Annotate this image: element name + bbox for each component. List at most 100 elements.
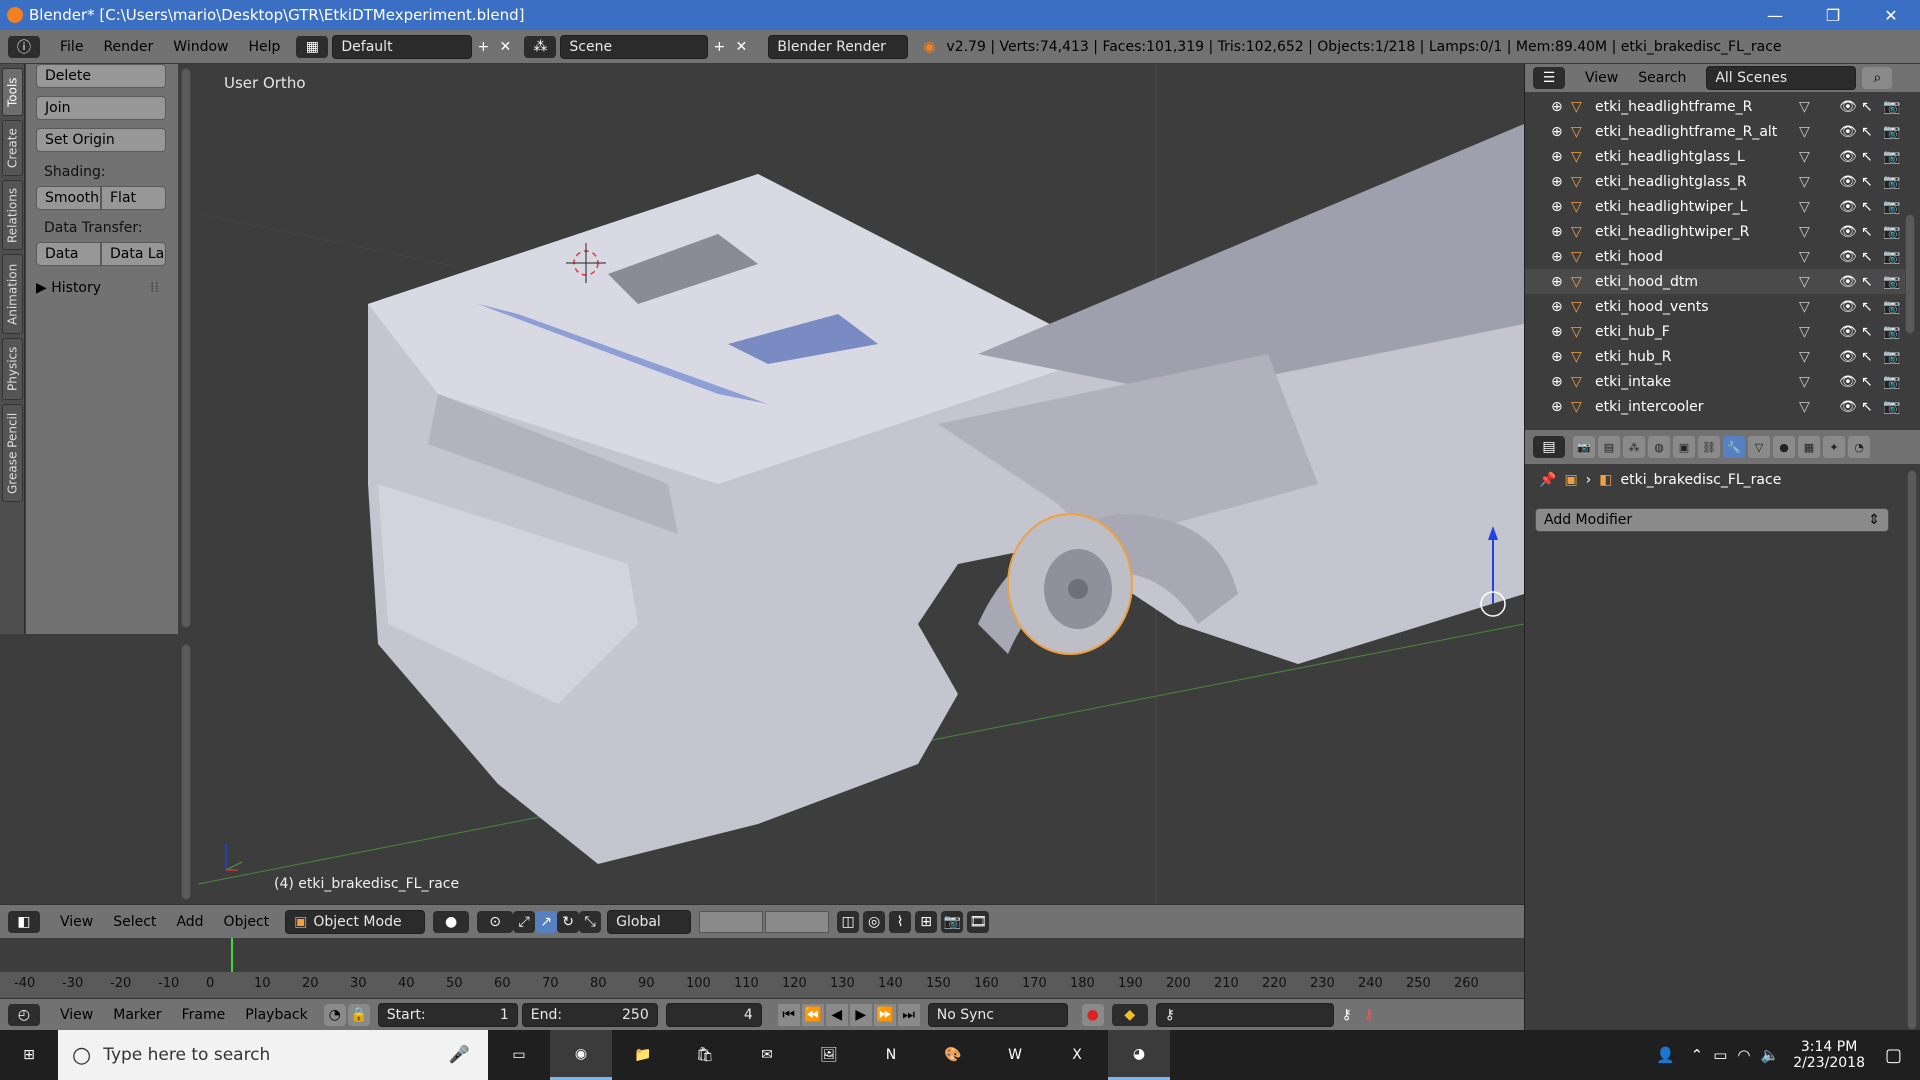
manipulator-toggle-icon[interactable]: ⤢ <box>513 910 536 933</box>
delete-button[interactable]: Delete <box>36 64 166 88</box>
menu-playback[interactable]: Playback <box>245 1007 307 1023</box>
file-explorer-icon[interactable]: 📁 <box>612 1030 674 1080</box>
word-icon[interactable]: W <box>984 1030 1046 1080</box>
outliner-item[interactable]: ⊕ ▽ etki_headlightframe_R_alt ▽ 👁 ↖ 📷 <box>1525 119 1905 144</box>
outliner-item[interactable]: ⊕ ▽ etki_intake ▽ 👁 ↖ 📷 <box>1525 369 1905 394</box>
expand-icon[interactable]: ⊕ <box>1551 324 1567 340</box>
show-hidden-icons-icon[interactable]: ⌃ <box>1691 1046 1704 1064</box>
outliner-item-name[interactable]: etki_headlightglass_L <box>1595 149 1799 165</box>
tab-create[interactable]: Create <box>2 120 23 176</box>
layer-buttons[interactable] <box>699 910 830 933</box>
battery-icon[interactable]: ▭ <box>1713 1046 1727 1064</box>
expand-icon[interactable]: ⊕ <box>1551 99 1567 115</box>
expand-icon[interactable]: ⊕ <box>1551 199 1567 215</box>
renderability-camera-icon[interactable]: 📷 <box>1883 99 1905 115</box>
join-button[interactable]: Join <box>36 96 166 120</box>
expand-icon[interactable]: ⊕ <box>1551 124 1567 140</box>
search-icon[interactable]: ⌕ <box>1862 67 1893 89</box>
smooth-button[interactable]: Smooth <box>36 186 101 210</box>
expand-icon[interactable]: ⊕ <box>1551 249 1567 265</box>
outliner-item-name[interactable]: etki_headlightframe_R <box>1595 99 1799 115</box>
visibility-eye-icon[interactable]: 👁 <box>1839 99 1861 115</box>
renderability-camera-icon[interactable]: 📷 <box>1883 199 1905 215</box>
editor-type-timeline-icon[interactable]: ◴ <box>8 1003 40 1026</box>
renderability-camera-icon[interactable]: 📷 <box>1883 149 1905 165</box>
editor-type-3d-icon[interactable]: ◧ <box>8 910 40 933</box>
render-preview-icon[interactable]: 📷 <box>941 910 964 933</box>
visibility-eye-icon[interactable]: 👁 <box>1839 199 1861 215</box>
visibility-eye-icon[interactable]: 👁 <box>1839 124 1861 140</box>
add-layout-icon[interactable]: + <box>472 36 494 58</box>
action-center-icon[interactable]: ▢ <box>1885 1045 1902 1066</box>
tab-scene-icon[interactable]: ⁂ <box>1623 436 1645 458</box>
render-animation-icon[interactable]: 🎞 <box>967 910 990 933</box>
menu-select[interactable]: Select <box>113 914 156 930</box>
selectability-cursor-icon[interactable]: ↖ <box>1861 199 1883 215</box>
store-icon[interactable]: 🛍 <box>674 1030 736 1080</box>
outliner-item[interactable]: ⊕ ▽ etki_headlightglass_L ▽ 👁 ↖ 📷 <box>1525 144 1905 169</box>
play-reverse-icon[interactable]: ◀ <box>825 1003 848 1026</box>
visibility-eye-icon[interactable]: 👁 <box>1839 349 1861 365</box>
delete-keyframe-icon[interactable]: ⚷ <box>1358 1004 1380 1026</box>
menu-view[interactable]: View <box>60 914 93 930</box>
auto-keying-icon[interactable]: ● <box>1081 1003 1104 1026</box>
tab-grease-pencil[interactable]: Grease Pencil <box>2 404 23 502</box>
next-keyframe-icon[interactable]: ⏩ <box>873 1003 896 1026</box>
remove-layout-icon[interactable]: ✕ <box>494 36 516 58</box>
start-frame-field[interactable]: Start: 1 <box>377 1002 518 1027</box>
menu-frame[interactable]: Frame <box>182 1007 226 1023</box>
sync-mode-select[interactable]: No Sync <box>927 1002 1068 1027</box>
clock[interactable]: 3:14 PM 2/23/2018 <box>1793 1039 1865 1071</box>
menu-render[interactable]: Render <box>103 39 153 55</box>
pivot-point-icon[interactable]: ⊙ <box>477 910 514 933</box>
menu-add[interactable]: Add <box>176 914 203 930</box>
outliner-item[interactable]: ⊕ ▽ etki_headlightframe_R ▽ 👁 ↖ 📷 <box>1525 94 1905 119</box>
add-scene-icon[interactable]: + <box>708 36 730 58</box>
start-windows-icon[interactable]: ⊞ <box>0 1030 58 1080</box>
interaction-mode-select[interactable]: ▣ Object Mode <box>285 909 426 934</box>
renderability-camera-icon[interactable]: 📷 <box>1883 224 1905 240</box>
flat-button[interactable]: Flat <box>101 186 166 210</box>
selectability-cursor-icon[interactable]: ↖ <box>1861 374 1883 390</box>
renderability-camera-icon[interactable]: 📷 <box>1883 349 1905 365</box>
excel-icon[interactable]: X <box>1046 1030 1108 1080</box>
add-modifier-select[interactable]: Add Modifier ⇕ <box>1535 508 1889 532</box>
playhead[interactable] <box>231 938 234 972</box>
snap-toggle-icon[interactable]: ⌇ <box>889 910 912 933</box>
tab-render-layers-icon[interactable]: ▤ <box>1598 436 1620 458</box>
lock-camera-icon[interactable]: ◫ <box>837 910 860 933</box>
visibility-eye-icon[interactable]: 👁 <box>1839 299 1861 315</box>
tab-relations[interactable]: Relations <box>2 180 23 250</box>
chrome-app-icon[interactable]: ◉ <box>550 1030 612 1080</box>
selectability-cursor-icon[interactable]: ↖ <box>1861 174 1883 190</box>
microphone-icon[interactable]: 🎤 <box>449 1045 470 1065</box>
scene-select[interactable]: Scene <box>560 34 709 59</box>
wifi-icon[interactable]: ◠ <box>1737 1046 1750 1064</box>
expand-icon[interactable]: ⊕ <box>1551 299 1567 315</box>
renderability-camera-icon[interactable]: 📷 <box>1883 274 1905 290</box>
tool-props-scrollbar[interactable] <box>181 644 191 900</box>
drag-handle-icon[interactable]: ⁞⁞ <box>150 280 159 296</box>
viewport-shading-icon[interactable]: ● <box>433 910 470 933</box>
menu-view-timeline[interactable]: View <box>60 1007 93 1023</box>
play-icon[interactable]: ▶ <box>849 1003 872 1026</box>
scale-manipulator-icon[interactable]: ⤡ <box>579 910 602 933</box>
jump-start-icon[interactable]: ⏮ <box>777 1003 800 1026</box>
outliner-item-name[interactable]: etki_headlightwiper_L <box>1595 199 1799 215</box>
visibility-eye-icon[interactable]: 👁 <box>1839 149 1861 165</box>
translate-manipulator-icon[interactable]: ↗ <box>535 910 558 933</box>
current-frame-field[interactable]: 4 <box>665 1002 762 1027</box>
data-transfer-button[interactable]: Data <box>36 242 101 266</box>
outliner-menu-search[interactable]: Search <box>1638 70 1686 86</box>
expand-icon[interactable]: ⊕ <box>1551 149 1567 165</box>
keying-set-icon[interactable]: ◆ <box>1111 1003 1148 1026</box>
editor-type-properties-icon[interactable]: ▤ <box>1533 436 1565 458</box>
photos-icon[interactable]: 🖼 <box>798 1030 860 1080</box>
outliner-item[interactable]: ⊕ ▽ etki_hood_vents ▽ 👁 ↖ 📷 <box>1525 294 1905 319</box>
outliner-item[interactable]: ⊕ ▽ etki_intercooler ▽ 👁 ↖ 📷 <box>1525 394 1905 419</box>
tab-constraints-icon[interactable]: ⛓ <box>1698 436 1720 458</box>
outliner-item[interactable]: ⊕ ▽ etki_headlightwiper_L ▽ 👁 ↖ 📷 <box>1525 194 1905 219</box>
display-mode-select[interactable]: All Scenes <box>1706 66 1857 90</box>
end-frame-field[interactable]: End: 250 <box>521 1002 658 1027</box>
task-view-icon[interactable]: ▭ <box>488 1030 550 1080</box>
